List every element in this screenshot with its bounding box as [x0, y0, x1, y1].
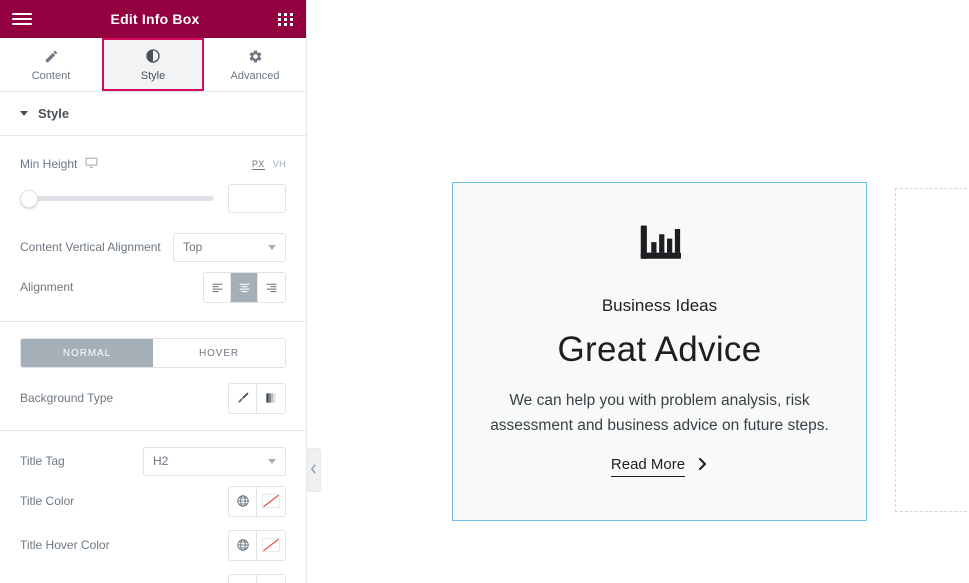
- chevron-down-icon: [268, 458, 276, 464]
- alignment-button-group: [203, 271, 286, 303]
- brush-classic-icon[interactable]: [229, 383, 257, 413]
- unit-vh[interactable]: VH: [273, 159, 286, 169]
- no-color-swatch-icon[interactable]: [257, 530, 285, 560]
- background-type-options: [228, 382, 286, 414]
- desktop-icon[interactable]: [85, 156, 98, 172]
- background-type-label: Background Type: [20, 391, 114, 405]
- title-color-options: [228, 485, 286, 517]
- grid-apps-icon[interactable]: [278, 12, 294, 26]
- state-tab-normal[interactable]: NORMAL: [21, 339, 153, 367]
- align-right-icon[interactable]: [258, 272, 285, 302]
- unit-px[interactable]: PX: [251, 159, 265, 170]
- background-type-control: Background Type: [20, 382, 286, 414]
- globe-icon[interactable]: [229, 574, 257, 583]
- title-tag-control: Title Tag H2: [20, 445, 286, 477]
- slider-track: [20, 196, 214, 201]
- title-tag-label: Title Tag: [20, 454, 65, 468]
- content-vertical-alignment-select[interactable]: Top: [173, 232, 286, 262]
- chevron-down-icon: [20, 111, 28, 116]
- style-section-header[interactable]: Style: [0, 92, 306, 136]
- widget-subtitle: Business Ideas: [601, 296, 718, 315]
- widget-description: We can help you with problem analysis, r…: [490, 392, 829, 435]
- alignment-label: Alignment: [20, 280, 74, 294]
- content-vertical-alignment-control: Content Vertical Alignment Top Alignment: [0, 229, 306, 317]
- style-section-title: Style: [38, 106, 70, 121]
- min-height-input[interactable]: [228, 184, 286, 213]
- min-height-units: PX VH: [251, 159, 286, 170]
- hamburger-menu-icon[interactable]: [12, 13, 32, 25]
- tab-style-label: Style: [140, 69, 166, 82]
- min-height-label: Min Height: [20, 157, 78, 171]
- contrast-icon: [145, 48, 161, 65]
- title-hover-color-label: Title Hover Color: [20, 538, 110, 552]
- editor-panel: Edit Info Box Content Style Advanced Sty…: [0, 0, 307, 583]
- tab-content[interactable]: Content: [0, 38, 102, 91]
- align-center-icon[interactable]: [231, 272, 258, 302]
- gradient-icon[interactable]: [257, 383, 285, 413]
- title-hover-color-options: [228, 529, 286, 561]
- state-toggle-tabs: NORMAL HOVER: [20, 338, 286, 368]
- slider-knob[interactable]: [20, 189, 38, 208]
- content-vertical-alignment-value: Top: [183, 240, 203, 254]
- panel-collapse-handle[interactable]: [307, 448, 321, 492]
- title-tag-value: H2: [153, 454, 169, 468]
- no-color-swatch-icon[interactable]: [257, 486, 285, 516]
- pencil-icon: [44, 48, 59, 65]
- title-hover-color-control: Title Hover Color: [20, 529, 286, 561]
- info-box-widget[interactable]: Business Ideas Great Advice We can help …: [452, 182, 867, 521]
- panel-body: Min Height PX VH Content Vertical Alignm…: [0, 136, 306, 583]
- tab-advanced-label: Advanced: [230, 69, 280, 82]
- title-typography-options: [228, 573, 286, 583]
- panel-title: Edit Info Box: [110, 11, 200, 27]
- elementor-editor: Edit Info Box Content Style Advanced Sty…: [0, 0, 969, 583]
- tab-advanced[interactable]: Advanced: [204, 38, 306, 91]
- content-vertical-alignment-label: Content Vertical Alignment: [20, 240, 161, 254]
- gear-icon: [248, 48, 263, 65]
- title-controls-group: Title Tag H2 Title Color Title Hover Col…: [0, 431, 306, 583]
- panel-tabs: Content Style Advanced: [0, 38, 306, 92]
- background-control-group: NORMAL HOVER Background Type: [0, 322, 306, 431]
- read-more-label: Read More: [610, 456, 686, 478]
- min-height-slider-row: [20, 184, 286, 213]
- chevron-down-icon: [268, 244, 276, 250]
- pencil-edit-icon[interactable]: [257, 574, 285, 583]
- editor-canvas: Business Ideas Great Advice We can help …: [307, 0, 969, 583]
- globe-icon[interactable]: [229, 486, 257, 516]
- min-height-control: Min Height PX VH: [0, 136, 306, 229]
- min-height-slider[interactable]: [20, 189, 214, 208]
- globe-icon[interactable]: [229, 530, 257, 560]
- title-tag-select[interactable]: H2: [143, 446, 286, 476]
- title-color-control: Title Color: [20, 485, 286, 517]
- title-color-label: Title Color: [20, 494, 75, 508]
- state-tab-hover[interactable]: HOVER: [153, 339, 285, 367]
- min-height-label-wrap: Min Height: [20, 156, 252, 172]
- tab-style[interactable]: Style: [102, 38, 204, 91]
- bar-chart-icon: [632, 215, 688, 276]
- chevron-right-icon: [696, 457, 708, 476]
- alignment-control: Alignment: [20, 271, 286, 303]
- widget-title: Great Advice: [557, 330, 762, 369]
- empty-column-placeholder[interactable]: [895, 188, 969, 512]
- panel-header: Edit Info Box: [0, 0, 306, 38]
- align-left-icon[interactable]: [204, 272, 231, 302]
- chevron-left-icon: [310, 461, 317, 479]
- title-typography-control: Title Typography: [20, 573, 286, 583]
- tab-content-label: Content: [31, 69, 71, 82]
- read-more-link[interactable]: Read More: [610, 456, 708, 478]
